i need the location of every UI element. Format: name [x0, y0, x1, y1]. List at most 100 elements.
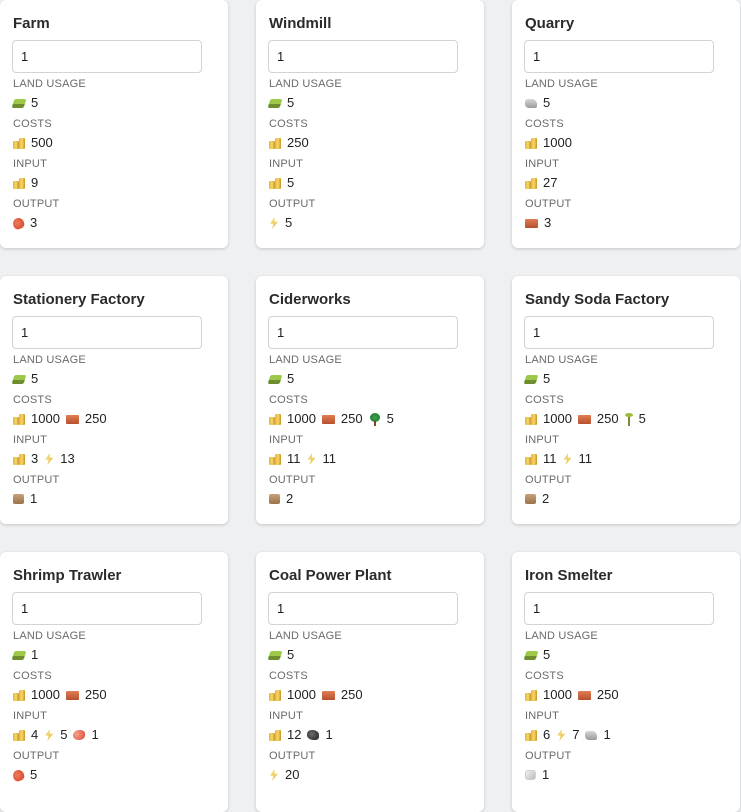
costs-row: 1000 — [525, 131, 728, 155]
quantity-input[interactable] — [524, 316, 714, 349]
building-card: Quarry LAND USAGE 5 COSTS 1000 INPUT 27 OUTPUT 3 — [512, 0, 740, 248]
land-label: LAND USAGE — [525, 354, 598, 366]
quantity-input[interactable] — [12, 316, 202, 349]
resource-item: 27 — [525, 171, 557, 195]
brick-icon — [577, 690, 591, 700]
building-title: Ciderworks — [269, 291, 351, 308]
land-icon — [267, 374, 283, 384]
quantity-input[interactable] — [12, 592, 202, 625]
quantity-input[interactable] — [268, 592, 458, 625]
brick-icon — [65, 690, 79, 700]
input-row: 5 — [269, 171, 472, 195]
brick-icon — [321, 414, 335, 424]
resource-item: 3 — [525, 211, 551, 235]
resource-item: 5 — [525, 91, 550, 115]
resource-item: 500 — [13, 131, 53, 155]
resource-item: 250 — [269, 131, 309, 155]
resource-item: 1000 — [269, 407, 316, 431]
input-label: INPUT — [13, 710, 47, 722]
input-label: INPUT — [269, 158, 303, 170]
resource-item: 250 — [321, 407, 363, 431]
costs-label: COSTS — [525, 394, 564, 406]
resource-item: 250 — [577, 683, 619, 707]
resource-item: 250 — [321, 683, 363, 707]
resource-item: 1000 — [269, 683, 316, 707]
box-icon — [525, 494, 536, 504]
sprout-icon — [624, 412, 633, 426]
building-title: Coal Power Plant — [269, 567, 392, 584]
resource-item: 5 — [523, 367, 550, 391]
resource-item: 3 — [11, 211, 37, 235]
resource-item: 5 — [267, 91, 295, 115]
building-card: CiderworksLAND USAGE5COSTS10002505INPUT1… — [256, 276, 484, 524]
resource-item: 1000 — [525, 407, 572, 431]
resource-item: 2 — [269, 487, 293, 511]
resource-item: 1 — [11, 643, 39, 667]
resource-item: 1 — [73, 723, 99, 747]
building-card: Iron Smelter LAND USAGE 5 COSTS 1000 250 INPUT… — [512, 552, 740, 812]
box-icon — [13, 494, 24, 504]
input-label: INPUT — [13, 158, 47, 170]
metal-icon — [525, 770, 536, 780]
resource-item: 20 — [269, 763, 299, 787]
resource-amount: 250 — [287, 135, 309, 150]
land-row: 5 — [11, 91, 216, 115]
resource-amount: 1 — [91, 727, 99, 742]
building-title: Stationery Factory — [13, 291, 145, 308]
land-label: LAND USAGE — [525, 78, 598, 90]
resource-amount: 5 — [287, 647, 295, 662]
resource-amount: 11 — [287, 451, 301, 466]
quantity-input[interactable] — [268, 40, 458, 73]
resource-amount: 5 — [287, 95, 295, 110]
land-label: LAND USAGE — [269, 78, 342, 90]
output-label: OUTPUT — [269, 750, 316, 762]
quantity-input[interactable] — [268, 316, 458, 349]
tree-icon — [369, 412, 381, 426]
brick-icon — [321, 690, 335, 700]
output-row: 20 — [269, 763, 472, 787]
resource-item: 1 — [525, 763, 549, 787]
brick-icon — [577, 414, 591, 424]
power-icon — [557, 729, 566, 741]
resource-amount: 1000 — [287, 411, 316, 426]
building-card: Windmill LAND USAGE 5 COSTS 250 INPUT 5 OUTPUT 5 — [256, 0, 484, 248]
costs-label: COSTS — [13, 670, 52, 682]
resource-amount: 5 — [287, 371, 295, 386]
land-row: 5 — [525, 91, 728, 115]
resource-amount: 7 — [572, 727, 580, 742]
quantity-input[interactable] — [524, 592, 714, 625]
quantity-input[interactable] — [12, 40, 202, 73]
resource-item: 250 — [65, 683, 107, 707]
resource-item: 4 — [13, 723, 38, 747]
output-row: 2 — [525, 487, 728, 511]
resource-item: 13 — [44, 447, 75, 471]
land-row: 5 — [267, 643, 472, 667]
stone-icon — [525, 98, 537, 108]
coin-icon — [525, 413, 537, 425]
resource-amount: 5 — [31, 95, 39, 110]
resource-item: 250 — [65, 407, 107, 431]
resource-item: 1000 — [13, 683, 60, 707]
land-row: 5 — [267, 91, 472, 115]
land-label: LAND USAGE — [13, 630, 86, 642]
resource-amount: 1 — [30, 491, 38, 506]
resource-item: 5 — [11, 763, 37, 787]
input-row: 11 11 — [269, 447, 472, 471]
land-label: LAND USAGE — [269, 630, 342, 642]
resource-amount: 250 — [84, 687, 107, 702]
building-card: Farm LAND USAGE 5 COSTS 500 INPUT 9 OUTPUT 3 — [0, 0, 228, 248]
input-label: INPUT — [525, 434, 559, 446]
costs-row: 1000 250 5 — [525, 407, 728, 431]
resource-item: 1000 — [525, 683, 572, 707]
resource-item: 5 — [269, 171, 294, 195]
building-card: Sandy Soda FactoryLAND USAGE5COSTS100025… — [512, 276, 740, 524]
costs-label: COSTS — [269, 394, 308, 406]
land-label: LAND USAGE — [13, 354, 86, 366]
input-row: 27 — [525, 171, 728, 195]
output-row: 3 — [11, 211, 216, 235]
land-icon — [11, 98, 27, 108]
quantity-input[interactable] — [524, 40, 714, 73]
resource-amount: 27 — [543, 175, 558, 190]
resource-amount: 1 — [31, 647, 39, 662]
output-row: 3 — [525, 211, 728, 235]
